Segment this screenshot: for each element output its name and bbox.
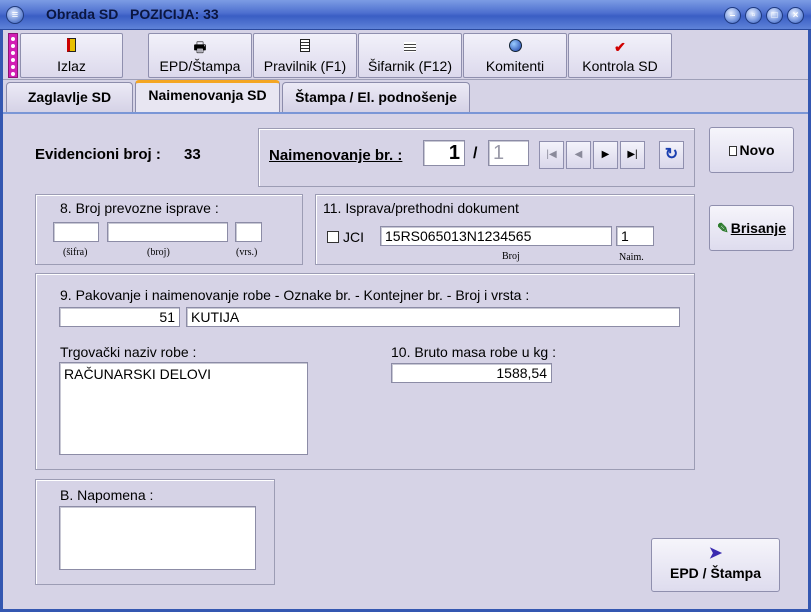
arrow-icon: ➤ [708,545,723,562]
list-icon [359,37,461,57]
pakovanje-type-input[interactable]: KUTIJA [186,307,680,327]
minimize-icon[interactable]: – [724,7,741,24]
close-icon[interactable]: × [787,7,804,24]
isprava-naim-input[interactable]: 1 [616,226,654,246]
window-title: Obrada SD POZICIJA: 33 [46,6,219,22]
isprava-title: 11. Isprava/prethodni dokument [323,200,519,216]
kontrola-sd-label: Kontrola SD [582,58,658,74]
checkmark-icon: ✔ [614,39,626,55]
komitenti-button[interactable]: Komitenti [463,33,567,78]
bruto-masa-input[interactable]: 1588,54 [391,363,552,383]
prevozna-vrs-input[interactable] [235,222,262,242]
sifarnik-button[interactable]: Šifarnik (F12) [358,33,462,78]
jci-checkbox[interactable] [327,231,339,243]
tab-naimenovanja-label: Naimenovanja SD [148,87,267,103]
prevozna-sifra-caption: (šifra) [63,247,88,258]
evid-broj-label: Evidencioni broj : [35,146,161,163]
trgovacki-naziv-textarea[interactable]: RAČUNARSKI DELOVI [59,362,308,455]
document-icon [254,37,356,57]
prevozna-vrs-caption: (vrs.) [236,247,258,258]
eraser-icon: ✎ [717,220,729,236]
pravilnik-button[interactable]: Pravilnik (F1) [253,33,357,78]
komitenti-label: Komitenti [485,58,545,74]
nav-first-icon[interactable]: |◀ [539,141,564,169]
naimenovanje-separator: / [473,145,478,162]
window-title-text: Obrada SD [46,6,119,22]
naimenovanje-current-input[interactable]: 1 [423,140,465,166]
napomena-label: B. Napomena : [60,487,154,503]
izlaz-button[interactable]: Izlaz [20,33,123,78]
tab-naimenovanja-sd[interactable]: Naimenovanja SD [135,80,280,112]
globe-icon [464,37,566,57]
izlaz-label: Izlaz [57,58,86,74]
printer-icon: 🖶 [193,39,207,55]
naimenovanje-br-label: Naimenovanje br. : [269,147,403,164]
novo-label: Novo [739,142,775,158]
epd-stampa-main-label: EPD / Štampa [669,565,762,581]
epd-stampa-button[interactable]: 🖶 EPD/Štampa [148,33,252,78]
tab-zaglavlje-label: Zaglavlje SD [27,89,112,105]
position-label: POZICIJA: 33 [130,6,219,22]
nav-next-icon[interactable]: ▶ [593,141,618,169]
jci-label: JCI [343,229,364,245]
evid-broj-value: 33 [184,146,201,163]
epd-stampa-main-button[interactable]: ➤ EPD / Štampa [651,538,780,592]
napomena-textarea[interactable] [59,506,256,570]
refresh-icon[interactable]: ↻ [659,141,684,169]
novo-button[interactable]: Novo [709,127,794,173]
isprava-broj-input[interactable]: 15RS065013N1234565 [380,226,612,246]
maximize-icon[interactable]: □ [766,7,783,24]
isprava-broj-caption: Broj [502,251,520,262]
isprava-naim-caption: Naim. [619,252,644,263]
brisanje-label: Brisanje [730,220,786,236]
naimenovanje-total-field: 1 [488,140,529,166]
pakovanje-title: 9. Pakovanje i naimenovanje robe - Oznak… [60,287,530,303]
prevozna-sifra-input[interactable] [53,222,99,242]
prevozna-broj-input[interactable] [107,222,228,242]
pravilnik-label: Pravilnik (F1) [263,58,347,74]
restore-icon[interactable]: ▫ [745,7,762,24]
epd-stampa-label: EPD/Štampa [159,58,241,74]
brisanje-button[interactable]: ✎ Brisanje [709,205,794,251]
trgovacki-naziv-label: Trgovački naziv robe : [60,344,197,360]
tab-stampa-label: Štampa / El. podnošenje [295,89,457,105]
toolbar-grip[interactable] [8,33,18,78]
prevozna-isprava-title: 8. Broj prevozne isprave : [60,200,219,216]
sifarnik-label: Šifarnik (F12) [367,58,453,74]
nav-last-icon[interactable]: ▶| [620,141,645,169]
bruto-masa-label: 10. Bruto masa robe u kg : [391,344,556,360]
exit-door-icon [21,37,122,57]
nav-prev-icon[interactable]: ◀ [566,141,591,169]
kontrola-sd-button[interactable]: ✔ Kontrola SD [568,33,672,78]
tab-stampa-el-podnosenje[interactable]: Štampa / El. podnošenje [282,82,470,112]
tab-zaglavlje-sd[interactable]: Zaglavlje SD [6,82,133,112]
new-document-icon [728,146,737,156]
prevozna-broj-caption: (broj) [147,247,170,258]
pakovanje-count-input[interactable]: 51 [59,307,180,327]
system-menu-icon[interactable]: ≡ [6,6,24,24]
